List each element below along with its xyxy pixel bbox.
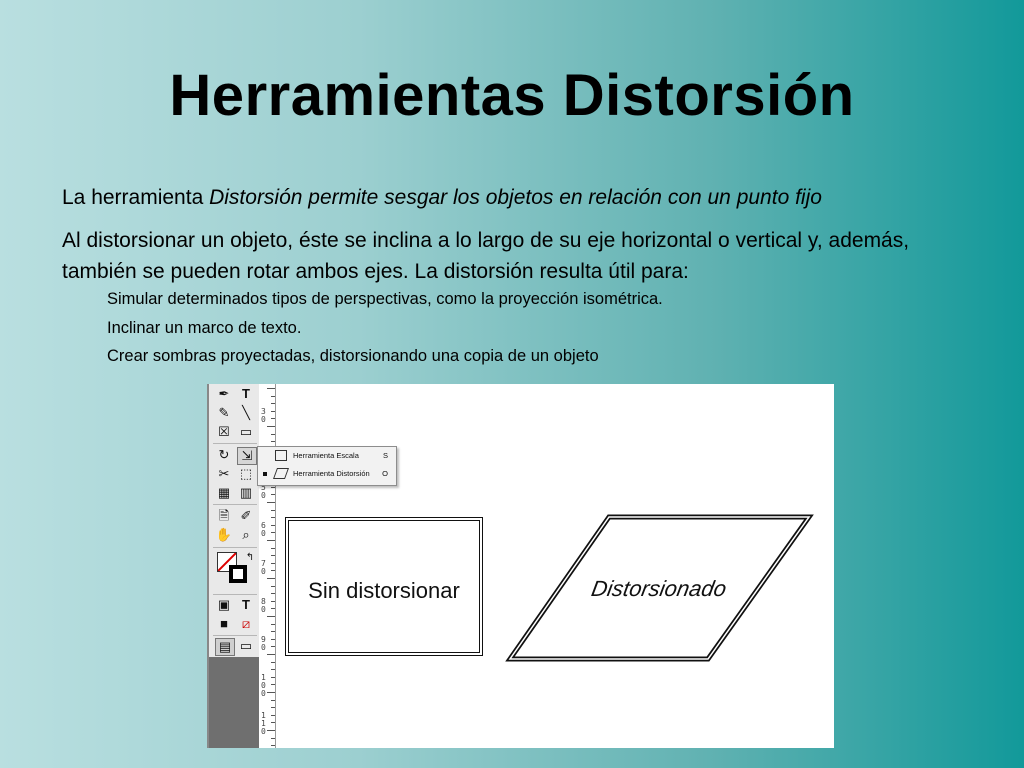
subitem-perspectivas: Simular determinados tipos de perspectiv… — [107, 290, 663, 308]
distorted-frame-layer: Distorsionado — [505, 514, 814, 662]
distorted-label: Distorsionado — [590, 576, 729, 601]
indesign-screenshot: ✒ T ✎ ╲ ☒ ▭ ↻ ⇲ ✂ ⬚ ▦ ▥ 🗎 ✐ ✋ ⌕ ↰ ▣ T ■ … — [207, 384, 834, 748]
description-paragraph: Al distorsionar un objeto, éste se incli… — [62, 229, 910, 283]
intro-italic: Distorsión permite sesgar los objetos en… — [209, 186, 822, 209]
intro-paragraph: La herramienta Distorsión permite sesgar… — [62, 186, 822, 210]
subitem-sombras: Crear sombras proyectadas, distorsionand… — [107, 347, 599, 365]
intro-prefix: La herramienta — [62, 186, 210, 209]
slide-title: Herramientas Distorsión — [169, 63, 855, 128]
subitem-marco-texto: Inclinar un marco de texto. — [107, 319, 302, 337]
